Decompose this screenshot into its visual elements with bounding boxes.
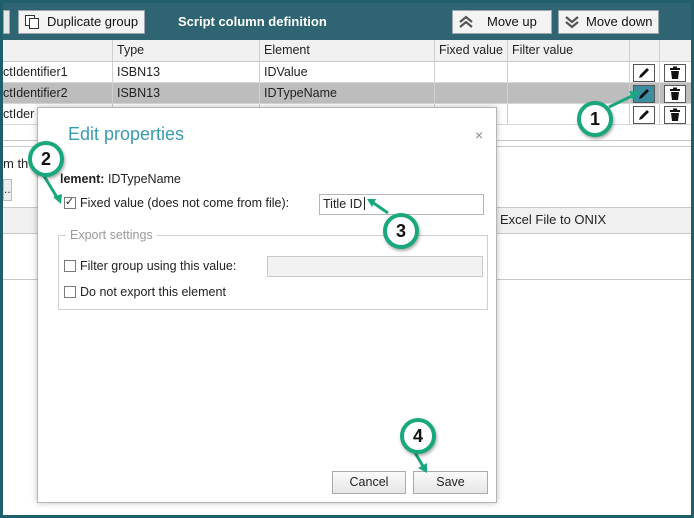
callout-4: 4 [400, 418, 436, 454]
callout-arrows [42, 91, 640, 473]
callout-3: 3 [383, 213, 419, 249]
callout-2: 2 [28, 141, 64, 177]
callout-1: 1 [577, 101, 613, 137]
main-window: Duplicate group Script column definition… [3, 3, 691, 515]
